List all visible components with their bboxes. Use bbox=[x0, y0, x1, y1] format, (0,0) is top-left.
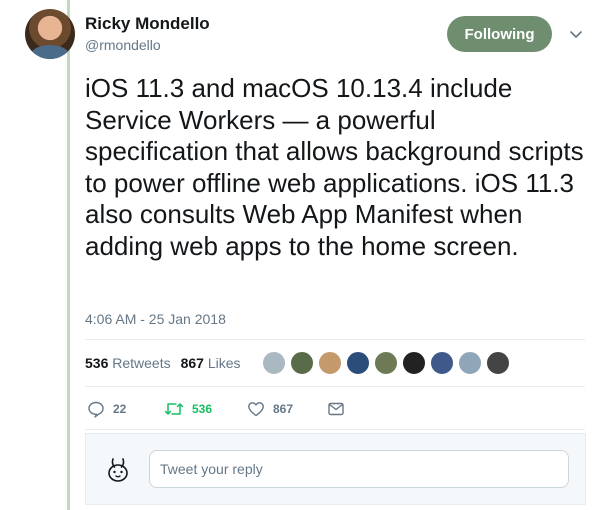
author-avatar[interactable] bbox=[25, 9, 75, 59]
liker-avatar[interactable] bbox=[374, 351, 398, 375]
tweet-stats: 536 Retweets 867 Likes bbox=[85, 355, 241, 371]
retweets-stat[interactable]: 536 Retweets bbox=[85, 355, 171, 371]
liker-avatar[interactable] bbox=[458, 351, 482, 375]
reply-count: 22 bbox=[113, 402, 127, 416]
thread-line bbox=[67, 0, 70, 510]
direct-message-icon bbox=[328, 402, 344, 416]
egg-avatar-icon bbox=[108, 458, 128, 482]
caret-down-icon[interactable] bbox=[568, 26, 584, 42]
direct-message-action[interactable] bbox=[327, 400, 345, 418]
like-count: 867 bbox=[273, 402, 294, 416]
like-icon bbox=[248, 402, 264, 417]
liker-avatars bbox=[262, 351, 514, 375]
reply-action[interactable]: 22 bbox=[87, 400, 126, 418]
liker-avatar[interactable] bbox=[402, 351, 426, 375]
liker-avatar[interactable] bbox=[430, 351, 454, 375]
retweet-icon bbox=[164, 403, 184, 415]
reply-icon bbox=[88, 401, 104, 418]
like-action[interactable]: 867 bbox=[247, 400, 293, 418]
liker-avatar[interactable] bbox=[486, 351, 510, 375]
retweet-action[interactable]: 536 bbox=[164, 400, 212, 418]
likes-count: 867 bbox=[180, 355, 204, 371]
liker-avatar[interactable] bbox=[346, 351, 370, 375]
retweets-count: 536 bbox=[85, 355, 109, 371]
reply-input[interactable] bbox=[149, 450, 569, 488]
likes-label: Likes bbox=[207, 355, 241, 371]
divider bbox=[85, 386, 585, 387]
author-name[interactable]: Ricky Mondello bbox=[85, 14, 210, 34]
retweets-label: Retweets bbox=[112, 355, 171, 371]
liker-avatar[interactable] bbox=[290, 351, 314, 375]
tweet-timestamp[interactable]: 4:06 AM - 25 Jan 2018 bbox=[85, 311, 226, 327]
tweet-text: iOS 11.3 and macOS 10.13.4 include Servi… bbox=[85, 73, 584, 261]
liker-avatar[interactable] bbox=[262, 351, 286, 375]
likes-stat[interactable]: 867 Likes bbox=[181, 355, 241, 371]
author-handle[interactable]: @rmondello bbox=[85, 37, 161, 53]
liker-avatar[interactable] bbox=[318, 351, 342, 375]
retweet-count: 536 bbox=[192, 402, 213, 416]
following-button[interactable]: Following bbox=[447, 16, 552, 52]
divider bbox=[85, 339, 585, 340]
divider bbox=[85, 429, 585, 430]
